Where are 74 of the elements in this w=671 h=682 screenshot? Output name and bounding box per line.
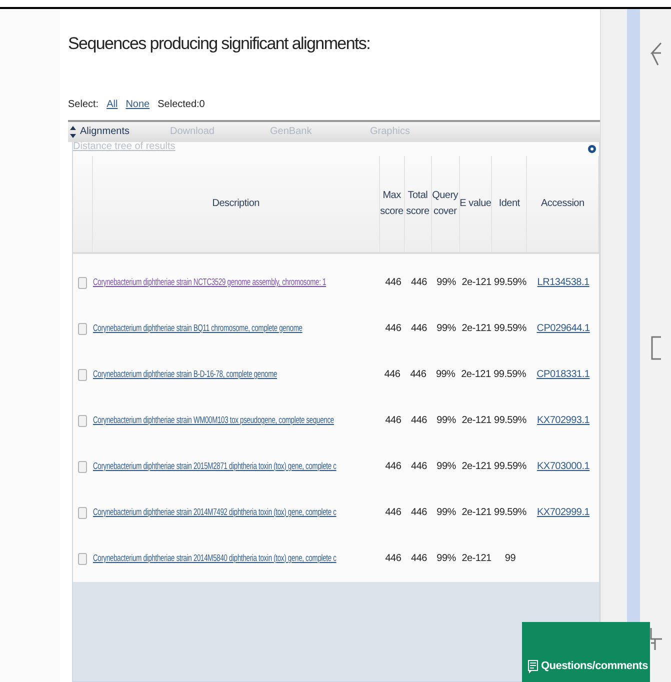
table-cell: 446 [411, 507, 427, 518]
description-link[interactable]: Corynebacterium diphtheriae strain 2015M2871 diphtheria toxin (tox) gene, complete c [92, 460, 336, 474]
table-cell: 99.59% [494, 415, 526, 426]
table-cell: 2e-121 [462, 461, 492, 472]
table-cell: 446 [385, 553, 402, 564]
home-icon[interactable] [650, 334, 662, 360]
accession-link[interactable]: CP029644.1 [536, 323, 590, 334]
description-link[interactable]: Corynebacterium diphtheriae strain B-D-16-78, complete genome [92, 368, 277, 382]
column-header: Description [212, 196, 260, 210]
select-label: Select: [68, 98, 99, 112]
accession-link[interactable]: KX702993.1 [537, 415, 590, 426]
description-link[interactable]: Corynebacterium diphtheriae strain 2014M5840 diphtheria toxin (tox) gene, complete c [92, 552, 336, 566]
settings-icon[interactable] [587, 142, 597, 154]
table-cell: 99% [436, 553, 456, 564]
row-checkbox[interactable] [78, 276, 88, 288]
sort-icon [70, 126, 76, 138]
table-cell: 99 [504, 553, 516, 564]
accession-link[interactable]: CP018331.1 [536, 369, 590, 380]
column-header: Ident [498, 196, 520, 210]
comment-icon [528, 660, 538, 674]
table-cell: 446 [385, 323, 402, 334]
table-cell: 446 [410, 369, 426, 380]
column-header: Total score [405, 188, 430, 218]
table-cell: 2e-121 [461, 369, 491, 380]
table-cell: 99.59% [494, 323, 526, 334]
row-checkbox[interactable] [78, 506, 88, 518]
table-cell: 446 [411, 461, 427, 472]
table-cell: 446 [385, 461, 402, 472]
description-link[interactable]: Corynebacterium diphtheriae strain BQ11 chromosome, complete genome [92, 322, 302, 336]
table-cell: 446 [411, 553, 427, 564]
table-cell: 99.59% [494, 461, 526, 472]
table-cell: 99.59% [494, 277, 526, 288]
table-cell: 446 [411, 415, 427, 426]
accession-link[interactable]: LR134538.1 [537, 277, 590, 288]
table-cell: 99% [436, 323, 456, 334]
table-cell: 446 [385, 507, 402, 518]
recents-icon[interactable] [648, 626, 662, 652]
row-checkbox[interactable] [78, 460, 88, 472]
table-cell: 446 [385, 415, 402, 426]
column-header: E value [460, 196, 492, 210]
table-cell: 99% [436, 277, 456, 288]
table-cell: 446 [384, 369, 400, 380]
accession-link[interactable]: KX703000.1 [537, 461, 590, 472]
table-cell: 99% [436, 461, 456, 472]
table-cell: 2e-121 [462, 277, 492, 288]
description-link[interactable]: Corynebacterium diphtheriae strain WM00M103 tox pseudogene, complete sequence [92, 414, 334, 428]
description-link[interactable]: Corynebacterium diphtheriae strain 2014M7492 diphtheria toxin (tox) gene, complete c [92, 506, 336, 520]
description-link[interactable]: Corynebacterium diphtheriae strain NCTC3529 genome assembly, chromosome: 1 [92, 276, 326, 290]
column-header: Max score [380, 188, 404, 218]
table-cell: 446 [411, 277, 427, 288]
select-link[interactable]: All [106, 96, 118, 112]
toolbar-button[interactable]: Alignments [68, 124, 168, 139]
table-cell: 99.59% [494, 507, 526, 518]
select-link[interactable]: None [126, 96, 150, 112]
table-cell: 99.59% [494, 369, 526, 380]
section-heading: Sequences producing significant alignments: [68, 33, 372, 55]
table-cell: 2e-121 [462, 507, 492, 518]
table-cell: 446 [385, 277, 402, 288]
column-header: Query cover [432, 188, 459, 218]
selected-count: Selected:0 [158, 98, 205, 112]
row-checkbox[interactable] [78, 322, 88, 334]
table-cell: 446 [411, 323, 427, 334]
table-cell: 2e-121 [462, 415, 492, 426]
row-checkbox[interactable] [78, 552, 88, 564]
accession-link[interactable]: KX702999.1 [537, 507, 590, 518]
questions-comments-button[interactable]: Questions/comments [522, 622, 650, 682]
table-cell: 99% [436, 369, 456, 380]
table-cell: 99% [436, 507, 456, 518]
table-cell: 99% [436, 415, 456, 426]
column-header: Accession [540, 196, 584, 210]
row-checkbox[interactable] [78, 414, 88, 426]
row-checkbox[interactable] [78, 368, 88, 380]
table-cell: 2e-121 [462, 553, 492, 564]
table-cell: 2e-121 [462, 323, 492, 334]
